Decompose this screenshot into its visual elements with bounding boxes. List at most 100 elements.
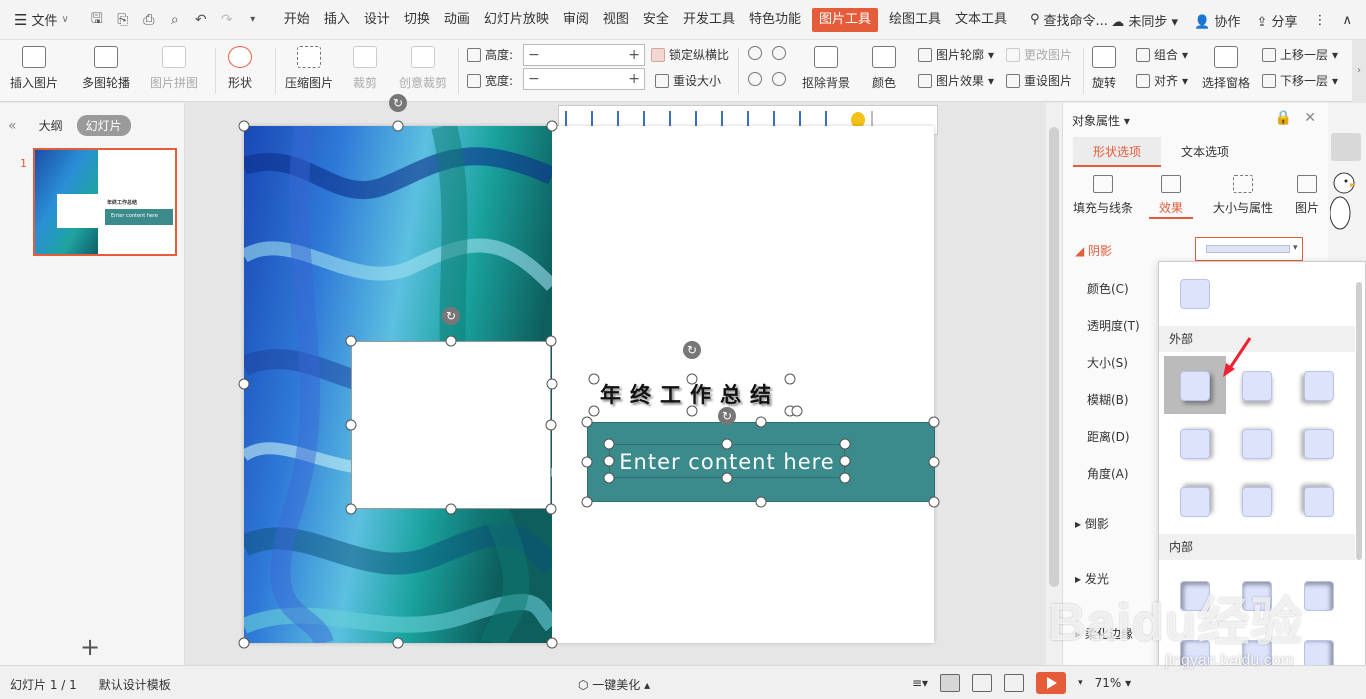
textbox-resize-handle[interactable]: [721, 438, 733, 450]
title-resize-handle[interactable]: [784, 373, 796, 385]
tab-drawing-tools[interactable]: 绘图工具: [882, 0, 948, 40]
picture-resize-handle[interactable]: [238, 378, 250, 390]
creative-crop-button[interactable]: 创意裁剪: [399, 46, 447, 91]
lock-icon[interactable]: 🔒: [1275, 110, 1292, 126]
rotate-handle-icon[interactable]: ↻: [442, 307, 460, 325]
insert-picture-button[interactable]: 插入图片: [10, 46, 58, 91]
tab-text-tools[interactable]: 文本工具: [948, 0, 1014, 40]
shadow-none-option[interactable]: [1180, 279, 1210, 309]
minus-icon[interactable]: −: [528, 71, 540, 87]
shape-resize-handle[interactable]: [345, 503, 357, 515]
subtab-size-property[interactable]: 大小与属性: [1205, 171, 1281, 219]
shape-resize-handle[interactable]: [928, 416, 940, 428]
reset-picture-button[interactable]: 重设图片: [1006, 72, 1072, 89]
textbox-resize-handle[interactable]: [721, 472, 733, 484]
shape-resize-handle[interactable]: [345, 419, 357, 431]
plus-icon[interactable]: +: [628, 47, 640, 63]
textbox-resize-handle[interactable]: [839, 472, 851, 484]
change-picture-button[interactable]: 更改图片: [1006, 46, 1072, 63]
tab-animation[interactable]: 动画: [437, 0, 477, 40]
tab-shape-options[interactable]: 形状选项: [1073, 137, 1162, 167]
title-resize-handle[interactable]: [686, 373, 698, 385]
tab-design[interactable]: 设计: [357, 0, 397, 40]
customize-dropdown-icon[interactable]: ▾: [243, 14, 263, 25]
shape-resize-handle[interactable]: [928, 456, 940, 468]
textbox-resize-handle[interactable]: [839, 455, 851, 467]
picture-resize-handle[interactable]: [392, 120, 404, 132]
picture-resize-handle[interactable]: [392, 637, 404, 649]
send-backward-button[interactable]: 下移一层 ▾: [1262, 72, 1338, 89]
tab-special[interactable]: 特色功能: [742, 0, 808, 40]
bring-forward-button[interactable]: 上移一层 ▾: [1262, 46, 1338, 63]
width-spinner[interactable]: − +: [523, 68, 645, 90]
ribbon-scroll-right[interactable]: ›: [1352, 40, 1366, 102]
brightness-down-button[interactable]: [772, 46, 786, 60]
print-icon[interactable]: ⎙: [139, 12, 159, 28]
tab-picture-tools[interactable]: 图片工具: [811, 7, 878, 32]
tab-slides[interactable]: 幻灯片: [76, 115, 131, 136]
shape-resize-handle[interactable]: [581, 416, 593, 428]
file-menu[interactable]: ☰ 文件 ∨: [0, 10, 79, 30]
plus-icon[interactable]: +: [628, 71, 640, 87]
shape-resize-handle[interactable]: [581, 496, 593, 508]
title-resize-handle[interactable]: [686, 405, 698, 417]
reset-size-button[interactable]: 重设大小: [655, 72, 721, 89]
close-icon[interactable]: ✕: [1304, 110, 1316, 126]
dropdown-scrollbar[interactable]: [1356, 282, 1362, 560]
group-button[interactable]: 组合 ▾: [1136, 46, 1188, 63]
picture-outline-button[interactable]: 图片轮廓 ▾: [918, 46, 994, 63]
rotate-handle-icon[interactable]: ↻: [683, 341, 701, 359]
shadow-outer-bottom-right-option[interactable]: [1180, 371, 1210, 401]
more-icon[interactable]: ⋮: [1313, 13, 1326, 28]
white-rectangle-shape[interactable]: [351, 341, 551, 509]
tab-outline[interactable]: 大纲: [39, 117, 63, 134]
shadow-outer-right-option[interactable]: [1180, 429, 1210, 459]
notes-toggle-icon[interactable]: ≡▾: [912, 676, 928, 690]
normal-view-icon[interactable]: [940, 674, 961, 692]
collapse-ribbon-icon[interactable]: ∧: [1342, 13, 1352, 28]
subtab-fill-line[interactable]: 填充与线条: [1063, 171, 1143, 219]
zoom-level[interactable]: 71% ▾: [1095, 676, 1132, 690]
shape-resize-handle[interactable]: [445, 503, 457, 515]
shadow-outer-top-left-option[interactable]: [1304, 487, 1334, 517]
picture-resize-handle[interactable]: [546, 637, 558, 649]
shadow-preset-dropdown[interactable]: [1195, 237, 1303, 261]
remove-background-button[interactable]: 抠除背景: [802, 46, 850, 91]
tab-developer[interactable]: 开发工具: [676, 0, 742, 40]
shadow-outer-top-option[interactable]: [1242, 487, 1272, 517]
shape-resize-handle[interactable]: [755, 416, 767, 428]
picture-resize-handle[interactable]: [238, 120, 250, 132]
shape-resize-handle[interactable]: [581, 456, 593, 468]
picture-resize-handle[interactable]: [546, 120, 558, 132]
shape-resize-handle[interactable]: [445, 335, 457, 347]
tab-insert[interactable]: 插入: [317, 0, 357, 40]
picture-resize-handle[interactable]: [546, 378, 558, 390]
sync-status[interactable]: ☁ 未同步 ▾: [1111, 11, 1178, 30]
collab-button[interactable]: 👤 协作: [1194, 11, 1240, 30]
redo-icon[interactable]: ↷: [217, 12, 237, 28]
tab-transition[interactable]: 切换: [397, 0, 437, 40]
shadow-inner-top-right-option[interactable]: [1304, 581, 1334, 611]
slide[interactable]: 年终工作总结 Enter content here ↻ ↻ ↻: [238, 120, 940, 649]
properties-settings-icon[interactable]: [1331, 133, 1361, 161]
compress-button[interactable]: 压缩图片: [285, 46, 333, 91]
title-resize-handle[interactable]: [791, 405, 803, 417]
shadow-outer-top-right-option[interactable]: [1180, 487, 1210, 517]
slide-sorter-icon[interactable]: [972, 674, 993, 692]
rotate-handle-icon[interactable]: ↻: [718, 407, 736, 425]
collapse-panel-icon[interactable]: «: [8, 118, 17, 134]
output-pdf-icon[interactable]: ⎘: [113, 12, 133, 28]
brightness-up-button[interactable]: [748, 46, 762, 60]
shape-resize-handle[interactable]: [345, 335, 357, 347]
save-icon[interactable]: 🖫: [87, 8, 107, 32]
shape-resize-handle[interactable]: [545, 419, 557, 431]
height-spinner[interactable]: − +: [523, 44, 645, 66]
shape-resize-handle[interactable]: [545, 335, 557, 347]
template-name[interactable]: 默认设计模板: [99, 676, 171, 693]
picture-resize-handle[interactable]: [238, 637, 250, 649]
tab-security[interactable]: 安全: [636, 0, 676, 40]
textbox-resize-handle[interactable]: [603, 438, 615, 450]
scrollbar-thumb[interactable]: [1049, 127, 1059, 587]
title-resize-handle[interactable]: [588, 405, 600, 417]
tab-slideshow[interactable]: 幻灯片放映: [477, 0, 556, 40]
